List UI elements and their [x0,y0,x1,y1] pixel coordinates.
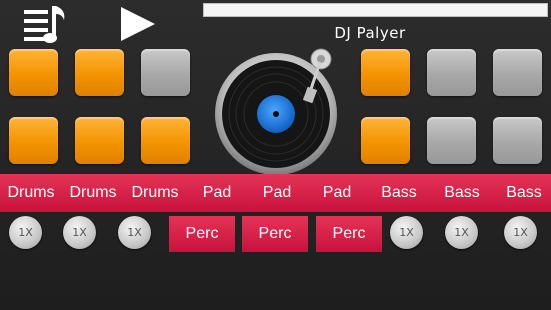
label-drums-1[interactable]: Drums [0,174,62,212]
label-pad-2[interactable]: Pad [246,174,308,212]
bass-pad-3[interactable] [493,49,542,96]
label-bass-3[interactable]: Bass [493,174,551,212]
rate-button-4[interactable]: 1X [390,216,423,249]
playlist-music-icon [24,6,65,43]
play-button[interactable] [118,4,158,44]
drum-pad-5[interactable] [75,117,124,164]
perc-button-1[interactable]: Perc [169,216,235,252]
app-title: DJ Palyer [334,24,406,42]
playlist-button[interactable] [22,4,70,46]
turntable[interactable] [212,48,340,176]
rate-button-1[interactable]: 1X [9,216,42,249]
label-bass-2[interactable]: Bass [431,174,493,212]
perc-button-3[interactable]: Perc [316,216,382,252]
bass-pad-2[interactable] [427,49,476,96]
drum-pad-4[interactable] [9,117,58,164]
bass-pad-6[interactable] [493,117,542,164]
play-icon [121,7,155,41]
rate-button-6[interactable]: 1X [504,216,537,249]
rate-button-3[interactable]: 1X [118,216,151,249]
bass-pad-5[interactable] [427,117,476,164]
drum-pad-1[interactable] [9,49,58,96]
label-bass-1[interactable]: Bass [368,174,430,212]
bass-pad-4[interactable] [361,117,410,164]
label-drums-2[interactable]: Drums [62,174,124,212]
rate-button-2[interactable]: 1X [63,216,96,249]
drum-pad-3[interactable] [141,49,190,96]
bass-pad-1[interactable] [361,49,410,96]
rate-button-5[interactable]: 1X [445,216,478,249]
label-drums-3[interactable]: Drums [124,174,186,212]
drum-pad-2[interactable] [75,49,124,96]
progress-bar[interactable] [203,3,548,17]
vinyl-record-icon [215,48,337,175]
label-pad-3[interactable]: Pad [306,174,368,212]
perc-button-2[interactable]: Perc [242,216,308,252]
drum-pad-6[interactable] [141,117,190,164]
label-pad-1[interactable]: Pad [186,174,248,212]
